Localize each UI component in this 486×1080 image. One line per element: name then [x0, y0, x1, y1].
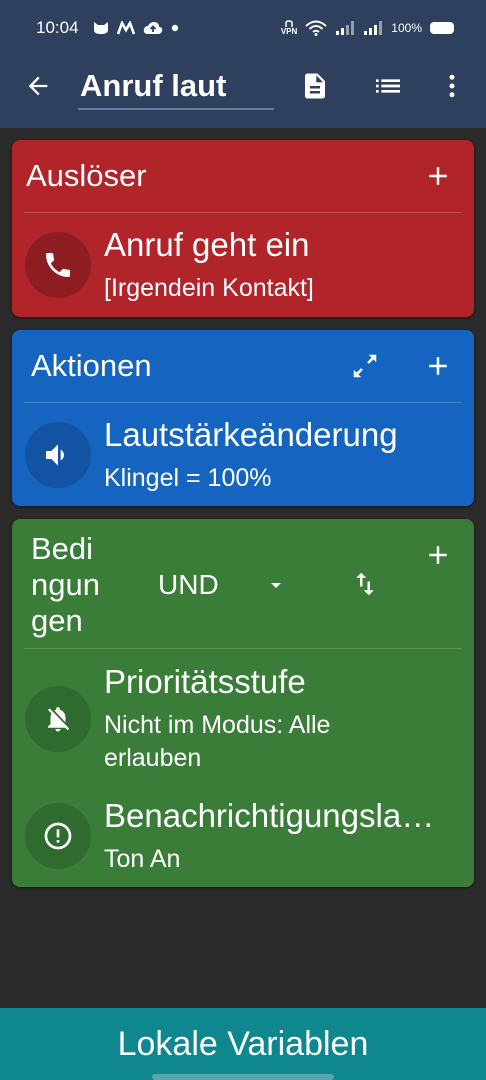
condition-icon-circle [25, 803, 91, 869]
action-title: Lautstärkeänderung [104, 416, 398, 453]
signal-icon-2 [364, 21, 383, 35]
plus-icon [429, 167, 447, 185]
local-variables-button[interactable]: Lokale Variablen [0, 1008, 486, 1080]
cloud-upload-icon [143, 22, 162, 34]
trigger-header-label: Auslöser [26, 158, 147, 193]
document-icon [305, 73, 325, 99]
action-header-label: Aktionen [31, 348, 152, 383]
add-condition-button[interactable] [420, 537, 456, 573]
trigger-item[interactable]: Anruf geht ein [Irgendein Kontakt] [12, 214, 474, 314]
more-vert-icon [449, 74, 455, 98]
bell-off-icon [48, 707, 70, 732]
alert-circle-icon [44, 822, 72, 850]
reorder-conditions-button[interactable] [347, 566, 383, 602]
vpn-icon: VPN [281, 20, 297, 36]
logic-dropdown[interactable]: UND [158, 565, 298, 605]
vpn-label: VPN [280, 27, 298, 36]
overflow-menu-button[interactable] [434, 68, 470, 104]
battery-icon [430, 22, 454, 34]
action-item[interactable]: Lautstärkeänderung Klingel = 100% [12, 404, 474, 504]
trigger-title: Anruf geht ein [104, 226, 310, 263]
plus-icon [429, 546, 447, 564]
trigger-card-header: Auslöser [12, 140, 474, 212]
trigger-subtitle: [Irgendein Kontakt] [104, 274, 314, 302]
trigger-divider [24, 212, 462, 213]
condition-header-label: Bedi ngun gen [31, 531, 100, 638]
description-button[interactable] [297, 68, 333, 104]
arrow-left-icon [28, 76, 48, 96]
condition-subtitle-priority: Nicht im Modus: Alle erlauben [104, 711, 331, 772]
local-variables-label: Lokale Variablen [117, 1024, 369, 1063]
condition-title-priority: Prioritätsstufe [104, 663, 306, 700]
trigger-card: Auslöser Anruf geht ein [Irgendein Konta… [12, 140, 474, 317]
phone-icon [46, 253, 70, 277]
dropdown-arrow-icon [271, 583, 281, 588]
macro-name-text: Anruf laut [80, 68, 227, 103]
action-card: Aktionen Lautstärkeänderung Klingel = 10… [12, 330, 474, 506]
status-bar: 10:04 VPN 100% [0, 0, 486, 56]
condition-card: Bedi ngun gen UND Prioritätsstufe Nicht … [12, 519, 474, 887]
system-icons: VPN 100% [281, 20, 454, 36]
cat-icon [93, 22, 108, 34]
action-subtitle: Klingel = 100% [104, 464, 272, 492]
app-bar: Anruf laut [0, 56, 486, 128]
add-trigger-button[interactable] [420, 158, 456, 194]
expand-icon [353, 354, 377, 378]
list-view-button[interactable] [370, 68, 406, 104]
status-time: 10:04 [36, 18, 79, 37]
action-card-header: Aktionen [12, 330, 474, 402]
signal-icon [336, 21, 355, 35]
condition-icon-circle [25, 686, 91, 752]
home-indicator[interactable] [152, 1074, 334, 1080]
condition-item[interactable]: Prioritätsstufe Nicht im Modus: Alle erl… [12, 651, 474, 781]
plus-icon [429, 357, 447, 375]
back-button[interactable] [20, 68, 56, 104]
condition-title-notification-volume: Benachrichtigungslautstärke [104, 797, 448, 834]
condition-item[interactable]: Benachrichtigungslautstärke Ton An [12, 787, 474, 887]
expand-actions-button[interactable] [347, 348, 383, 384]
volume-icon [46, 444, 64, 466]
trigger-icon-circle [25, 232, 91, 298]
m-logo-icon [116, 21, 135, 35]
wifi-icon [305, 20, 327, 36]
condition-divider [24, 648, 462, 649]
logic-dropdown-value: UND [158, 569, 219, 600]
list-icon [376, 79, 400, 93]
condition-subtitle-notification-volume: Ton An [104, 845, 181, 873]
swap-vert-icon [356, 572, 374, 596]
action-divider [24, 402, 462, 403]
add-action-button[interactable] [420, 348, 456, 384]
notification-icons [93, 21, 179, 35]
action-icon-circle [25, 422, 91, 488]
dot-icon [171, 24, 178, 32]
macro-name-field[interactable]: Anruf laut [78, 64, 274, 110]
battery-percent: 100% [391, 21, 422, 35]
